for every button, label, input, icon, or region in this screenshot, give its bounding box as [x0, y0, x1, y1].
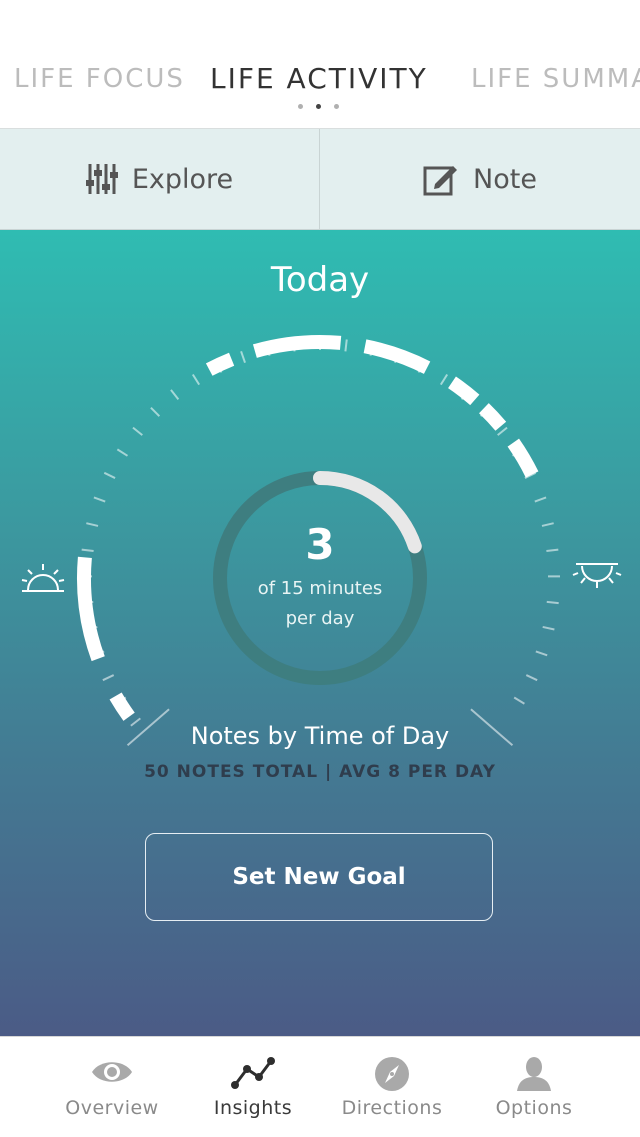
dial-tick — [103, 675, 114, 680]
page-dot-active — [316, 104, 321, 109]
dial-tick — [241, 351, 245, 362]
tab-overview[interactable]: Overview — [32, 1037, 192, 1137]
goal-subtitle-line1: of 15 minutes — [0, 578, 640, 599]
dial-activity-segment — [452, 382, 475, 400]
edit-note-icon — [423, 162, 459, 196]
dial-activity-segment — [116, 696, 130, 717]
dial-tick — [526, 675, 537, 680]
bottom-tab-bar: Overview Insights Directions — [0, 1036, 640, 1137]
note-label: Note — [473, 164, 537, 195]
note-button[interactable]: Note — [320, 129, 640, 229]
dial-tick — [536, 651, 547, 655]
page-dot — [334, 104, 339, 109]
dial-tick — [535, 497, 546, 501]
page-dot — [298, 104, 303, 109]
chart-stats: 50 NOTES TOTAL | AVG 8 PER DAY — [0, 762, 640, 782]
dial-tick — [345, 339, 346, 351]
dial-tick — [514, 697, 524, 703]
compass-icon — [373, 1055, 411, 1093]
pager-tab-life-focus[interactable]: LIFE FOCUS — [14, 62, 185, 96]
dial-tick — [151, 408, 159, 417]
dial-tick — [193, 374, 199, 384]
page-indicator — [296, 104, 344, 112]
activity-panel: Today 3 of 15 minutes per day Notes — [0, 230, 640, 1036]
dial-activity-segment — [484, 408, 501, 426]
tab-options[interactable]: Options — [454, 1037, 614, 1137]
dial-tick — [94, 497, 105, 501]
dial-tick — [547, 602, 559, 603]
set-new-goal-button[interactable]: Set New Goal — [145, 833, 493, 921]
tab-options-label: Options — [454, 1097, 614, 1119]
tab-insights[interactable]: Insights — [173, 1037, 333, 1137]
user-icon — [515, 1055, 553, 1093]
dial-tick — [441, 374, 447, 384]
goal-value: 3 — [0, 520, 640, 569]
dial-tick — [133, 428, 142, 436]
tab-directions[interactable]: Directions — [312, 1037, 472, 1137]
dial-tick — [104, 473, 115, 478]
dial-tick — [171, 390, 178, 399]
tab-directions-label: Directions — [312, 1097, 472, 1119]
goal-subtitle-line2: per day — [0, 608, 640, 629]
action-bar: Explore Note — [0, 129, 640, 230]
tab-insights-label: Insights — [173, 1097, 333, 1119]
dial-activity-segment — [255, 342, 341, 351]
explore-label: Explore — [132, 164, 233, 195]
dial-activity-segment — [513, 443, 532, 475]
dial-activity-segment — [209, 359, 231, 369]
sliders-icon — [86, 162, 118, 196]
chart-title: Notes by Time of Day — [0, 722, 640, 750]
dial-activity-segment — [365, 346, 427, 367]
tab-overview-label: Overview — [32, 1097, 192, 1119]
pager-tab-life-activity[interactable]: LIFE ACTIVITY — [210, 62, 428, 96]
pager-tab-life-summary[interactable]: LIFE SUMMARY — [471, 62, 640, 96]
explore-button[interactable]: Explore — [0, 129, 320, 229]
page-pager: LIFE FOCUS LIFE ACTIVITY LIFE SUMMARY — [0, 0, 640, 129]
dial-tick — [117, 449, 127, 455]
eye-icon — [90, 1055, 134, 1089]
line-chart-icon — [229, 1055, 277, 1091]
dial-tick — [498, 428, 507, 436]
